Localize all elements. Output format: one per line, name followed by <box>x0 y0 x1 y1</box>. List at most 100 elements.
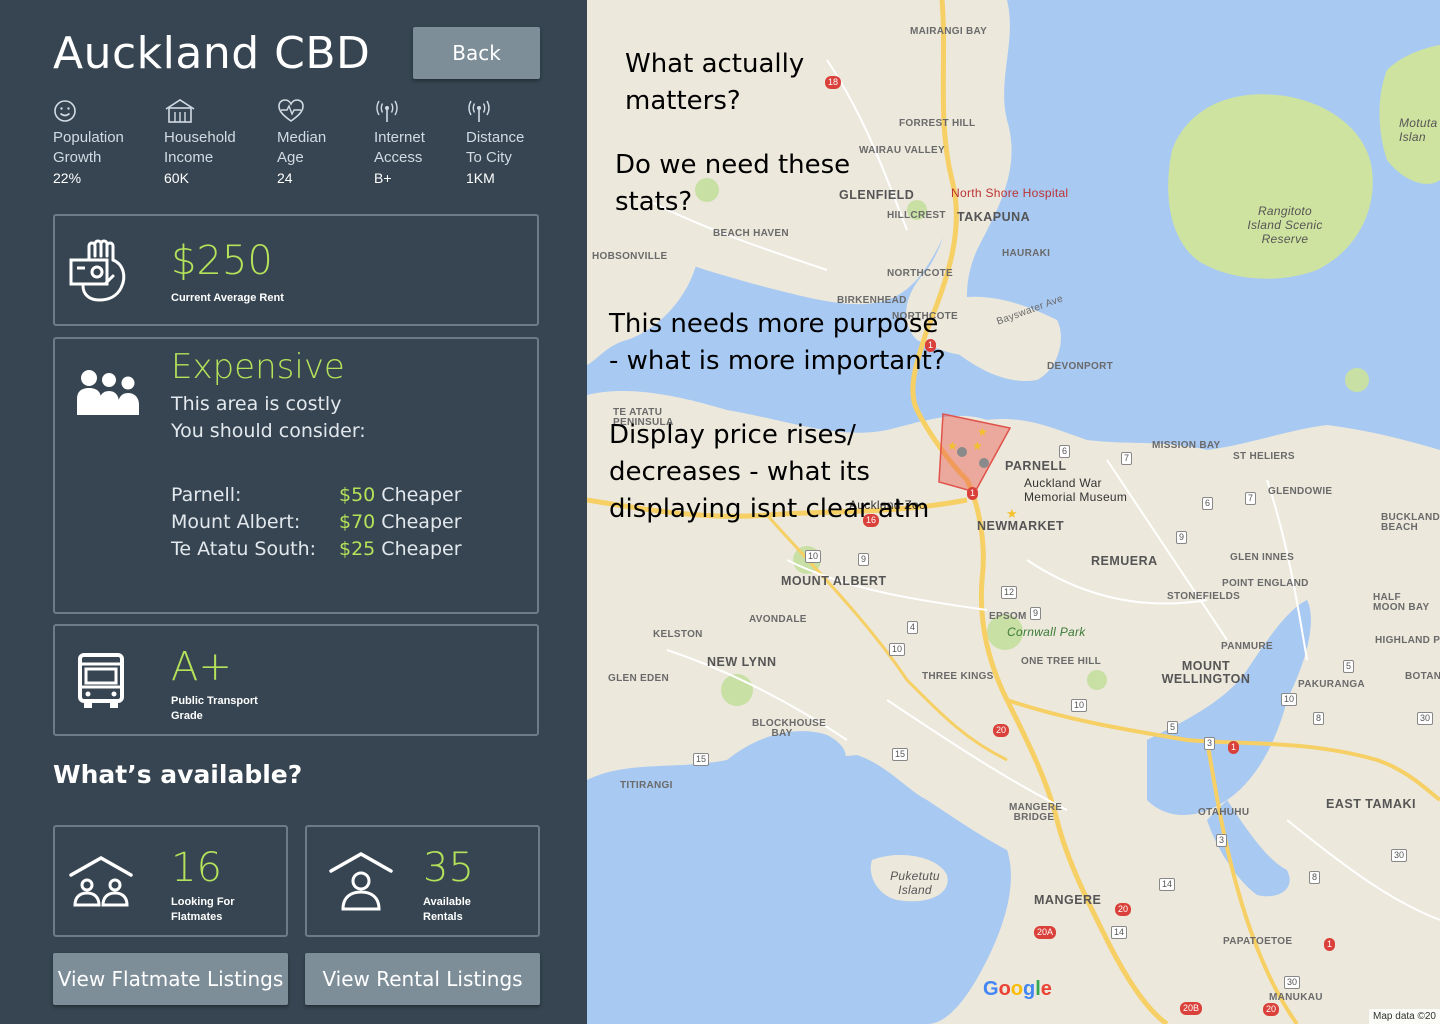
heart-pulse-icon <box>278 99 304 122</box>
place-label: MANUKAU <box>1269 992 1323 1003</box>
house-icon <box>165 99 195 123</box>
hand-money-icon <box>69 239 126 302</box>
place-label: NEW LYNN <box>707 655 777 669</box>
place-label: OTAHUHU <box>1198 807 1250 818</box>
place-label: HAURAKI <box>1002 248 1051 259</box>
place-label: EPSOM <box>989 611 1027 622</box>
transport-card: A+ Public Transport Grade <box>53 624 539 736</box>
smiley-icon <box>54 100 76 122</box>
place-label: HIGHLAND PARK <box>1375 635 1440 646</box>
back-button[interactable]: Back <box>413 27 540 79</box>
bus-icon <box>78 653 124 708</box>
page-title: Auckland CBD <box>53 28 371 79</box>
stat-internet-access: Internet Access B+ <box>374 98 474 188</box>
flatmates-count: 16 <box>171 845 222 891</box>
place-label: PARNELL <box>1005 459 1067 473</box>
stat-household-income: Household Income 60K <box>164 98 264 188</box>
annotation-note: Display price rises/ decreases - what it… <box>609 420 930 524</box>
place-label: ONE TREE HILL <box>1021 656 1102 667</box>
flatmates-card: 16 Looking For Flatmates <box>53 825 288 937</box>
place-label: POINT ENGLAND <box>1222 578 1309 589</box>
place-label: DEVONPORT <box>1047 361 1114 372</box>
place-label: BLOCKHOUSE BAY <box>752 718 827 739</box>
place-label: AVONDALE <box>749 614 807 625</box>
place-label: BUCKLANDS BEACH <box>1381 512 1440 533</box>
cost-title: Expensive <box>171 347 345 387</box>
annotation-note: Do we need these stats? <box>615 150 851 217</box>
place-label: HALF MOON BAY <box>1373 592 1430 613</box>
annotation-note: What actually matters? <box>625 49 805 116</box>
view-flatmate-listings-button[interactable]: View Flatmate Listings <box>53 953 288 1005</box>
svg-text:★: ★ <box>947 439 958 453</box>
map-attribution[interactable]: Map data ©20 <box>1369 1009 1440 1024</box>
park-label: Cornwall Park <box>1007 625 1086 639</box>
place-label: MOUNT WELLINGTON <box>1161 659 1251 686</box>
suburb-detail-panel: Auckland CBD Back Population Growth 22% … <box>0 0 587 1024</box>
place-label: HILLCREST <box>887 210 946 221</box>
place-label: BOTANY <box>1405 671 1440 682</box>
signal-tower-icon <box>468 100 490 122</box>
place-label: NORTHCOTE <box>887 268 954 279</box>
place-label: TITIRANGI <box>620 780 673 791</box>
cost-card: Expensive This area is costly You should… <box>53 337 539 614</box>
available-heading: What’s available? <box>53 760 303 789</box>
annotation-note: This needs more purpose - what is more i… <box>609 309 946 376</box>
hospital-label: North Shore Hospital <box>951 186 1069 200</box>
place-label: GLEN EDEN <box>608 673 670 684</box>
place-label: THREE KINGS <box>922 671 994 682</box>
place-label: WAIRAU VALLEY <box>859 145 945 156</box>
rent-card: $250 Current Average Rent <box>53 214 539 326</box>
transport-grade: A+ <box>171 644 232 690</box>
place-label: EAST TAMAKI <box>1326 797 1416 811</box>
place-label: PANMURE <box>1221 641 1273 652</box>
place-label: MANGERE BRIDGE <box>1009 802 1063 823</box>
people-group-icon <box>77 370 139 415</box>
cost-description: This area is costly You should consider: <box>171 393 366 442</box>
stat-value: 1KM <box>466 170 495 186</box>
stat-median-age: Median Age 24 <box>277 98 377 188</box>
stat-value: 24 <box>277 170 293 186</box>
stat-value: 22% <box>53 170 82 186</box>
place-label: PAKURANGA <box>1298 679 1365 690</box>
place-label: KELSTON <box>653 629 703 640</box>
place-label: MOUNT ALBERT <box>781 574 887 588</box>
google-logo: Google <box>983 978 1052 1000</box>
place-label: GLENDOWIE <box>1268 486 1333 497</box>
island-label: Puketutu Island <box>890 869 940 897</box>
stats-row: Population Growth 22% Household Income 6… <box>0 98 587 190</box>
rent-label: Current Average Rent <box>171 292 284 304</box>
place-label: GLENFIELD <box>839 188 915 202</box>
rentals-count: 35 <box>423 845 474 891</box>
alternative-row: Parnell: $50 Cheaper <box>171 484 462 506</box>
place-label: GLEN INNES <box>1230 552 1295 563</box>
map-view[interactable]: ★ ★ ★ ★ MAIRANGI BAY FORREST HILL WAIRAU… <box>587 0 1440 1024</box>
stat-value: B+ <box>374 170 392 186</box>
svg-text:★: ★ <box>972 439 983 453</box>
place-label: TAKAPUNA <box>957 210 1031 224</box>
transport-label: Public Transport Grade <box>171 695 258 722</box>
rentals-card: 35 Available Rentals <box>305 825 540 937</box>
view-rental-listings-button[interactable]: View Rental Listings <box>305 953 540 1005</box>
island-label: Rangitoto Island Scenic Reserve <box>1247 204 1323 246</box>
signal-tower-icon <box>376 100 398 122</box>
place-label: STONEFIELDS <box>1167 591 1241 602</box>
flatmates-label: Looking For Flatmates <box>171 896 235 923</box>
place-label: NEWMARKET <box>977 519 1065 533</box>
island-label: Motuta Islan <box>1399 116 1438 144</box>
place-label: MANGERE <box>1034 893 1102 907</box>
place-label: MAIRANGI BAY <box>910 26 988 37</box>
place-label: MISSION BAY <box>1152 440 1221 451</box>
place-label: REMUERA <box>1091 554 1158 568</box>
place-label: BIRKENHEAD <box>837 295 907 306</box>
stat-distance-to-city: Distance To City 1KM <box>466 98 566 188</box>
rent-value: $250 <box>171 238 273 284</box>
place-label: HOBSONVILLE <box>592 251 668 262</box>
svg-text:★: ★ <box>977 425 988 439</box>
alternative-row: Te Atatu South: $25 Cheaper <box>171 538 462 560</box>
alternative-row: Mount Albert: $70 Cheaper <box>171 511 462 533</box>
stat-value: 60K <box>164 170 189 186</box>
rental-house-icon <box>329 851 393 911</box>
rentals-label: Available Rentals <box>423 896 471 923</box>
flatmates-house-icon <box>69 855 133 907</box>
place-label: FORREST HILL <box>899 118 976 129</box>
